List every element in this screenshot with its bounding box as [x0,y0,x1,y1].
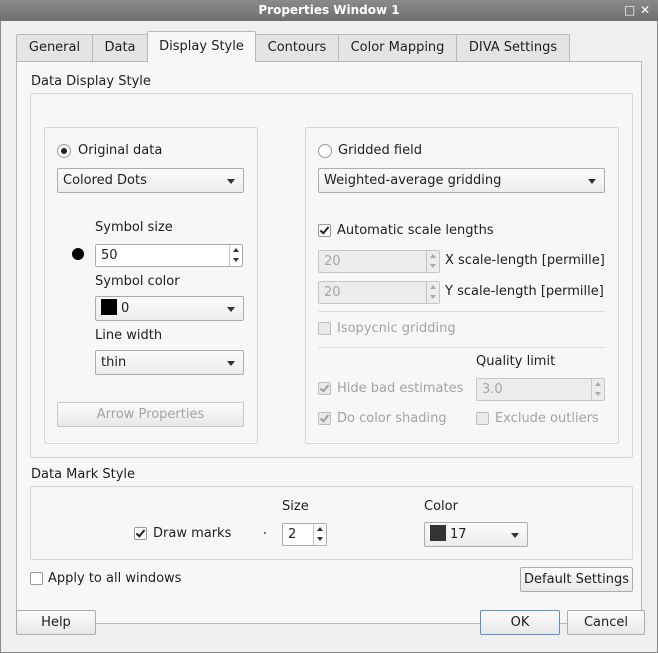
quality-limit-spinner[interactable]: 3.0 [476,378,605,401]
mark-size-spinner[interactable]: 2 [282,523,327,546]
original-data-radio[interactable] [57,144,71,158]
automatic-scale-label: Automatic scale lengths [337,223,494,238]
x-scale-spinner[interactable]: 20 [318,250,440,273]
color-shading-checkbox[interactable] [318,412,331,425]
ok-button[interactable]: OK [480,610,560,635]
close-icon[interactable]: ✕ [640,0,650,21]
y-scale-spinner[interactable]: 20 [318,281,440,304]
symbol-size-spinner[interactable]: 50 [95,244,243,267]
mark-preview-icon [264,532,266,534]
symbol-preview-icon [72,248,84,260]
exclude-outliers-label: Exclude outliers [495,411,599,426]
separator [318,347,605,348]
apply-all-windows-label: Apply to all windows [48,571,182,586]
display-style-select[interactable]: Colored Dots [57,168,244,193]
draw-marks-checkbox[interactable] [134,527,147,540]
cancel-button[interactable]: Cancel [567,610,645,635]
properties-dialog: General Data Display Style Contours Colo… [0,21,658,653]
hide-bad-estimates-label: Hide bad estimates [337,381,464,396]
quality-limit-label: Quality limit [476,354,556,369]
gridded-field-radio[interactable] [318,144,332,158]
exclude-outliers-checkbox[interactable] [476,412,489,425]
separator [318,311,605,312]
mark-size-label: Size [282,499,309,514]
x-scale-label: X scale-length [permille] [445,253,605,268]
color-shading-label: Do color shading [337,411,447,426]
gridded-field-label: Gridded field [338,143,422,158]
isopycnic-label: Isopycnic gridding [337,321,456,336]
color-swatch-icon [430,525,446,541]
tab-diva-settings[interactable]: DIVA Settings [456,34,570,61]
help-button[interactable]: Help [16,610,96,635]
tab-data[interactable]: Data [92,34,148,61]
tab-contours[interactable]: Contours [255,34,339,61]
title-bar: Properties Window 1 □ ✕ [0,0,658,21]
maximize-icon[interactable]: □ [624,0,635,21]
window-title: Properties Window 1 [258,3,400,17]
arrow-properties-button[interactable]: Arrow Properties [57,402,244,427]
mark-color-label: Color [424,499,458,514]
y-scale-label: Y scale-length [permille] [445,284,604,299]
tab-general[interactable]: General [16,34,93,61]
line-width-select[interactable]: thin [95,350,244,375]
symbol-color-label: Symbol color [95,274,180,289]
color-swatch-icon [101,299,117,315]
data-display-style-heading: Data Display Style [31,74,151,89]
hide-bad-estimates-checkbox[interactable] [318,382,331,395]
symbol-color-select[interactable]: 0 [95,296,244,321]
isopycnic-checkbox[interactable] [318,322,331,335]
gridding-method-select[interactable]: Weighted-average gridding [318,168,605,193]
draw-marks-label: Draw marks [153,526,232,541]
apply-all-windows-checkbox[interactable] [30,572,43,585]
tab-color-mapping[interactable]: Color Mapping [338,34,457,61]
tab-display-style[interactable]: Display Style [147,31,256,62]
data-mark-style-heading: Data Mark Style [31,467,136,482]
symbol-size-label: Symbol size [95,220,173,235]
line-width-label: Line width [95,328,163,343]
default-settings-button[interactable]: Default Settings [520,567,633,592]
mark-color-select[interactable]: 17 [424,522,528,547]
data-mark-style-group [30,486,633,560]
automatic-scale-checkbox[interactable] [318,224,331,237]
original-data-label: Original data [78,143,163,158]
